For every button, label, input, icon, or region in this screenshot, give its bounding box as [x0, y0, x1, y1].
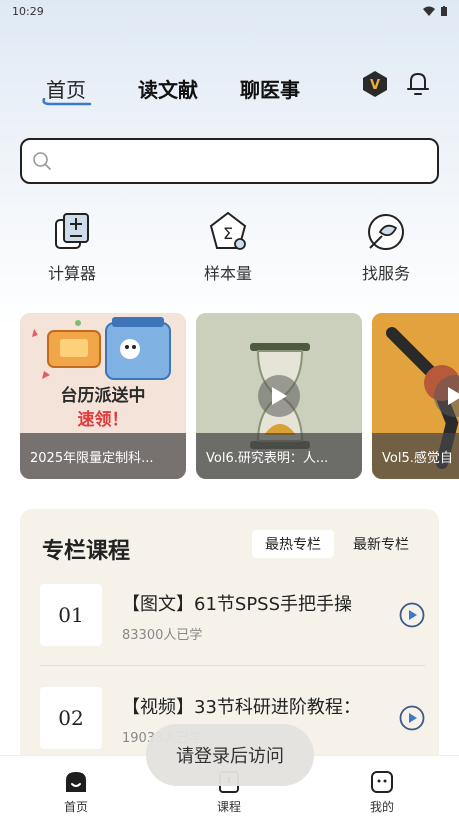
play-icon — [448, 387, 459, 405]
tab-hottest[interactable]: 最热专栏 — [252, 530, 334, 558]
vip-letter: V — [370, 78, 380, 93]
course-number: 02 — [40, 687, 102, 749]
tab-read-literature[interactable]: 读文献 — [138, 74, 198, 103]
bottom-nav-profile[interactable]: 我的 — [352, 770, 412, 815]
banner-vol6[interactable]: Vol6.研究表明：人... — [196, 313, 362, 479]
tab-medical-talk[interactable]: 聊医事 — [240, 74, 300, 103]
sigma-icon: Σ — [209, 211, 247, 250]
login-toast: 请登录后访问 — [146, 724, 314, 786]
search-box[interactable] — [20, 138, 439, 184]
active-tab-underline — [42, 98, 92, 106]
tool-find-service[interactable]: 找服务 — [341, 210, 431, 284]
bottom-nav-home[interactable]: 首页 — [46, 770, 106, 815]
play-icon — [272, 387, 287, 405]
service-icon — [368, 214, 404, 250]
course-title: 【视频】33节科研进阶教程： — [122, 697, 361, 718]
search-icon — [33, 152, 51, 170]
course-item[interactable]: 01 【图文】61节SPSS手把手操 83300人已学 — [40, 584, 425, 666]
banner-caption: Vol5.感觉自 — [372, 433, 459, 479]
status-bar: 10:29 — [0, 0, 459, 22]
status-icons — [423, 6, 447, 16]
banner-poster-line1: 台历派送中 — [60, 386, 146, 406]
divider — [40, 665, 425, 666]
tool-find-service-label: 找服务 — [361, 264, 410, 283]
play-circle-icon[interactable] — [399, 602, 425, 628]
wifi-icon — [423, 6, 435, 16]
play-button[interactable] — [258, 375, 300, 417]
banner-carousel[interactable]: 台历派送中 速领！ 2025年限量定制科... Vol6.研究表明：人... V… — [20, 313, 459, 479]
vip-icon[interactable]: V — [362, 70, 388, 98]
course-number: 01 — [40, 584, 102, 646]
course-panel-title: 专栏课程 — [42, 538, 131, 564]
svg-text:Σ: Σ — [223, 224, 233, 243]
home-icon — [66, 772, 86, 792]
banner-caption: Vol6.研究表明：人... — [196, 433, 362, 479]
calculator-icon — [55, 213, 89, 249]
bottom-nav-home-label: 首页 — [63, 800, 88, 814]
course-learners: 83300人已学 — [122, 628, 203, 643]
banner-vol5[interactable]: Vol5.感觉自 — [372, 313, 459, 479]
bottom-nav-courses-label: 课程 — [216, 800, 241, 814]
tool-calculator-label: 计算器 — [47, 264, 96, 283]
quick-tools: 计算器 Σ 样本量 找服务 — [0, 210, 459, 290]
banner-caption: 2025年限量定制科... — [20, 433, 186, 479]
status-time: 10:29 — [12, 4, 44, 18]
tab-newest[interactable]: 最新专栏 — [340, 530, 422, 558]
banner-poster-line2: 速领！ — [77, 410, 129, 430]
tool-sample-size-label: 样本量 — [203, 264, 252, 283]
tool-sample-size[interactable]: Σ 样本量 — [183, 210, 273, 284]
battery-icon — [441, 6, 447, 16]
bell-icon[interactable] — [405, 70, 431, 98]
play-circle-icon[interactable] — [399, 705, 425, 731]
banner-calendar[interactable]: 台历派送中 速领！ 2025年限量定制科... — [20, 313, 186, 479]
tool-calculator[interactable]: 计算器 — [27, 210, 117, 284]
bottom-nav-profile-label: 我的 — [369, 800, 394, 814]
profile-icon — [371, 771, 393, 793]
search-input[interactable] — [60, 141, 437, 181]
course-title: 【图文】61节SPSS手把手操 — [122, 594, 353, 615]
top-nav: 首页 读文献 聊医事 — [0, 66, 459, 106]
